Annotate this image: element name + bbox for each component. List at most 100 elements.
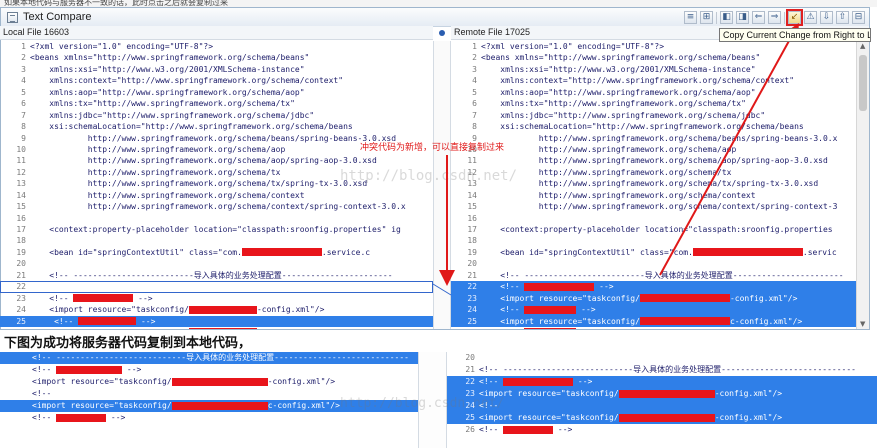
left-code-pane[interactable]: 1 <?xml version="1.0" encoding="UTF-8"?> 2… — [0, 41, 433, 329]
line-number: 18 — [16, 236, 26, 246]
code-text: <import resource="taskconfig/ — [30, 328, 189, 329]
right-code-pane[interactable]: 1 <?xml version="1.0" encoding="UTF-8"?> 2… — [451, 41, 856, 329]
redaction-mark — [56, 413, 107, 422]
bottom-left-code-line: <!-- --> — [0, 364, 418, 376]
toolbar-separator — [716, 11, 717, 24]
copy-right-icon[interactable]: ⇒ — [768, 11, 781, 24]
code-text: <import resource="taskconfig/ — [479, 413, 619, 422]
line-number: 4 — [472, 76, 477, 86]
line-number: 1 — [472, 42, 477, 51]
code-text: <beans xmlns="http://www.springframework… — [481, 53, 761, 63]
code-text: http://www.springframework.org/schema/be… — [30, 133, 397, 143]
code-text: -config.xml"/> — [256, 305, 325, 315]
line-number: 23 — [467, 293, 477, 303]
redaction-mark — [188, 328, 257, 329]
line-number: 22 — [467, 282, 477, 292]
code-text: .servic — [802, 247, 837, 257]
tooltip: Copy Current Change from Right to Left — [719, 28, 871, 42]
right-code-line: 11 http://www.springframework.org/schema… — [451, 155, 856, 166]
redaction-mark — [503, 377, 574, 386]
code-text: --> — [576, 328, 595, 329]
line-number: 24 — [467, 305, 477, 315]
scroll-down-icon[interactable]: ▼ — [860, 320, 865, 328]
line-number: 19 — [467, 247, 477, 257]
code-text: http://www.springframework.org/schema/be… — [481, 133, 838, 143]
left-code-line: 1 <?xml version="1.0" encoding="UTF-8"?> — [0, 41, 433, 52]
toolbar-separator — [784, 11, 785, 24]
code-text: --> — [106, 413, 126, 422]
code-text: xmlns:aop="http://www.springframework.or… — [30, 87, 305, 97]
redaction-mark — [188, 305, 257, 314]
code-text: <!-- — [32, 413, 57, 422]
bottom-left-code-line: <import resource="taskconfig/ -config.xml… — [0, 376, 418, 388]
left-code-line: 17 <context:property-placeholder locatio… — [0, 224, 433, 235]
code-text: http://www.springframework.org/schema/co… — [30, 190, 305, 200]
right-code-line: 8 xsi:schemaLocation="http://www.springf… — [451, 121, 856, 132]
code-text: http://www.springframework.org/schema/tx — [481, 167, 732, 177]
left-code-line: 26 <import resource="taskconfig/ -config.… — [0, 327, 433, 329]
bottom-right-code-line: 26 <!-- --> — [447, 424, 877, 436]
code-text: -config.xml"/> — [714, 413, 783, 422]
copy-all-left-icon[interactable]: ◧ — [720, 11, 733, 24]
code-text: <import resource="taskconfig/ — [481, 293, 640, 303]
left-code-line: 6 xmlns:tx="http://www.springframework.o… — [0, 98, 433, 109]
line-number: 18 — [467, 236, 477, 246]
line-number: 3 — [472, 64, 477, 74]
code-text: <!-- — [30, 316, 79, 326]
line-number: 9 — [21, 133, 26, 143]
line-number: 26 — [451, 327, 481, 329]
left-code-line: 3 xmlns:xsi="http://www.w3.org/2001/XMLS… — [0, 64, 433, 75]
bottom-right-code-line: 24 <!-- — [447, 400, 877, 412]
code-text: <!-- -------------------------导入具体的业务处理配… — [30, 270, 393, 280]
code-text: -config.xml"/> — [729, 293, 798, 303]
sync-dot-icon — [439, 30, 445, 36]
bottom-right-pane[interactable]: 20 21 <!-- ---------------------------导入具体… — [447, 352, 877, 448]
left-code-line: 22 — [0, 281, 433, 292]
redaction-mark — [692, 248, 803, 257]
tree-icon[interactable]: ⊞ — [700, 11, 713, 24]
left-code-line: 23 <!-- --> — [0, 293, 433, 304]
line-number: 26 — [465, 425, 475, 434]
code-text: c-config.xml"/> — [729, 316, 803, 326]
line-number: 15 — [467, 202, 477, 212]
redaction-mark — [639, 317, 730, 325]
scroll-up-icon[interactable]: ▲ — [860, 42, 865, 50]
code-text: xsi:schemaLocation="http://www.springfra… — [481, 122, 804, 132]
line-number: 6 — [21, 99, 26, 109]
line-number: 16 — [16, 213, 26, 223]
redaction-mark — [524, 305, 577, 314]
code-text: xmlns:context="http://www.springframewor… — [481, 76, 795, 86]
watermark: http://blog.csdn.net/ — [340, 168, 518, 184]
right-code-line: 23 <import resource="taskconfig/ -config.… — [451, 292, 856, 305]
caption-text: 下图为成功将服务器代码复制到本地代码， — [4, 336, 252, 351]
scroll-thumb[interactable] — [859, 55, 867, 111]
prev-diff-icon[interactable]: ⇩ — [820, 11, 833, 24]
code-text: http://www.springframework.org/schema/co… — [30, 202, 406, 212]
next-change-icon[interactable]: ⇧ — [836, 11, 849, 24]
code-text: <?xml version="1.0" encoding="UTF-8"?> — [481, 42, 665, 51]
code-text: http://www.springframework.org/schema/tx… — [481, 179, 819, 189]
code-text: --> — [594, 282, 614, 292]
code-text: <import resource="taskconfig/ — [30, 305, 189, 315]
code-text: --> — [573, 377, 593, 386]
next-diff-icon[interactable]: ⚠ — [804, 11, 817, 24]
right-code-line: 17 <context:property-placeholder locatio… — [451, 224, 856, 235]
copy-all-right-icon[interactable]: ◨ — [736, 11, 749, 24]
left-code-line: 21 <!-- -------------------------导入具体的业务… — [0, 270, 433, 281]
right-code-line: 18 — [451, 235, 856, 246]
list-icon[interactable]: ≡ — [684, 11, 697, 24]
copy-current-right-to-left-icon[interactable]: ↙ — [786, 9, 803, 26]
line-number: 15 — [16, 202, 26, 212]
line-number: 2 — [21, 53, 26, 63]
vertical-scrollbar[interactable]: ▲ ▼ — [856, 41, 869, 329]
right-code-line: 15 http://www.springframework.org/schema… — [451, 201, 856, 212]
code-text: <import resource="taskconfig/ — [32, 401, 172, 410]
code-text: -config.xml"/> — [257, 328, 324, 329]
prev-change-icon[interactable]: ⊟ — [852, 11, 865, 24]
code-text: xmlns:jdbc="http://www.springframework.o… — [30, 110, 315, 120]
redaction-mark — [241, 248, 322, 257]
bottom-right-code-line: 22 <!-- --> — [447, 376, 877, 388]
line-number: 4 — [21, 76, 26, 86]
copy-left-icon[interactable]: ⇐ — [752, 11, 765, 24]
code-text: xmlns:xsi="http://www.w3.org/2001/XMLSch… — [30, 64, 305, 74]
